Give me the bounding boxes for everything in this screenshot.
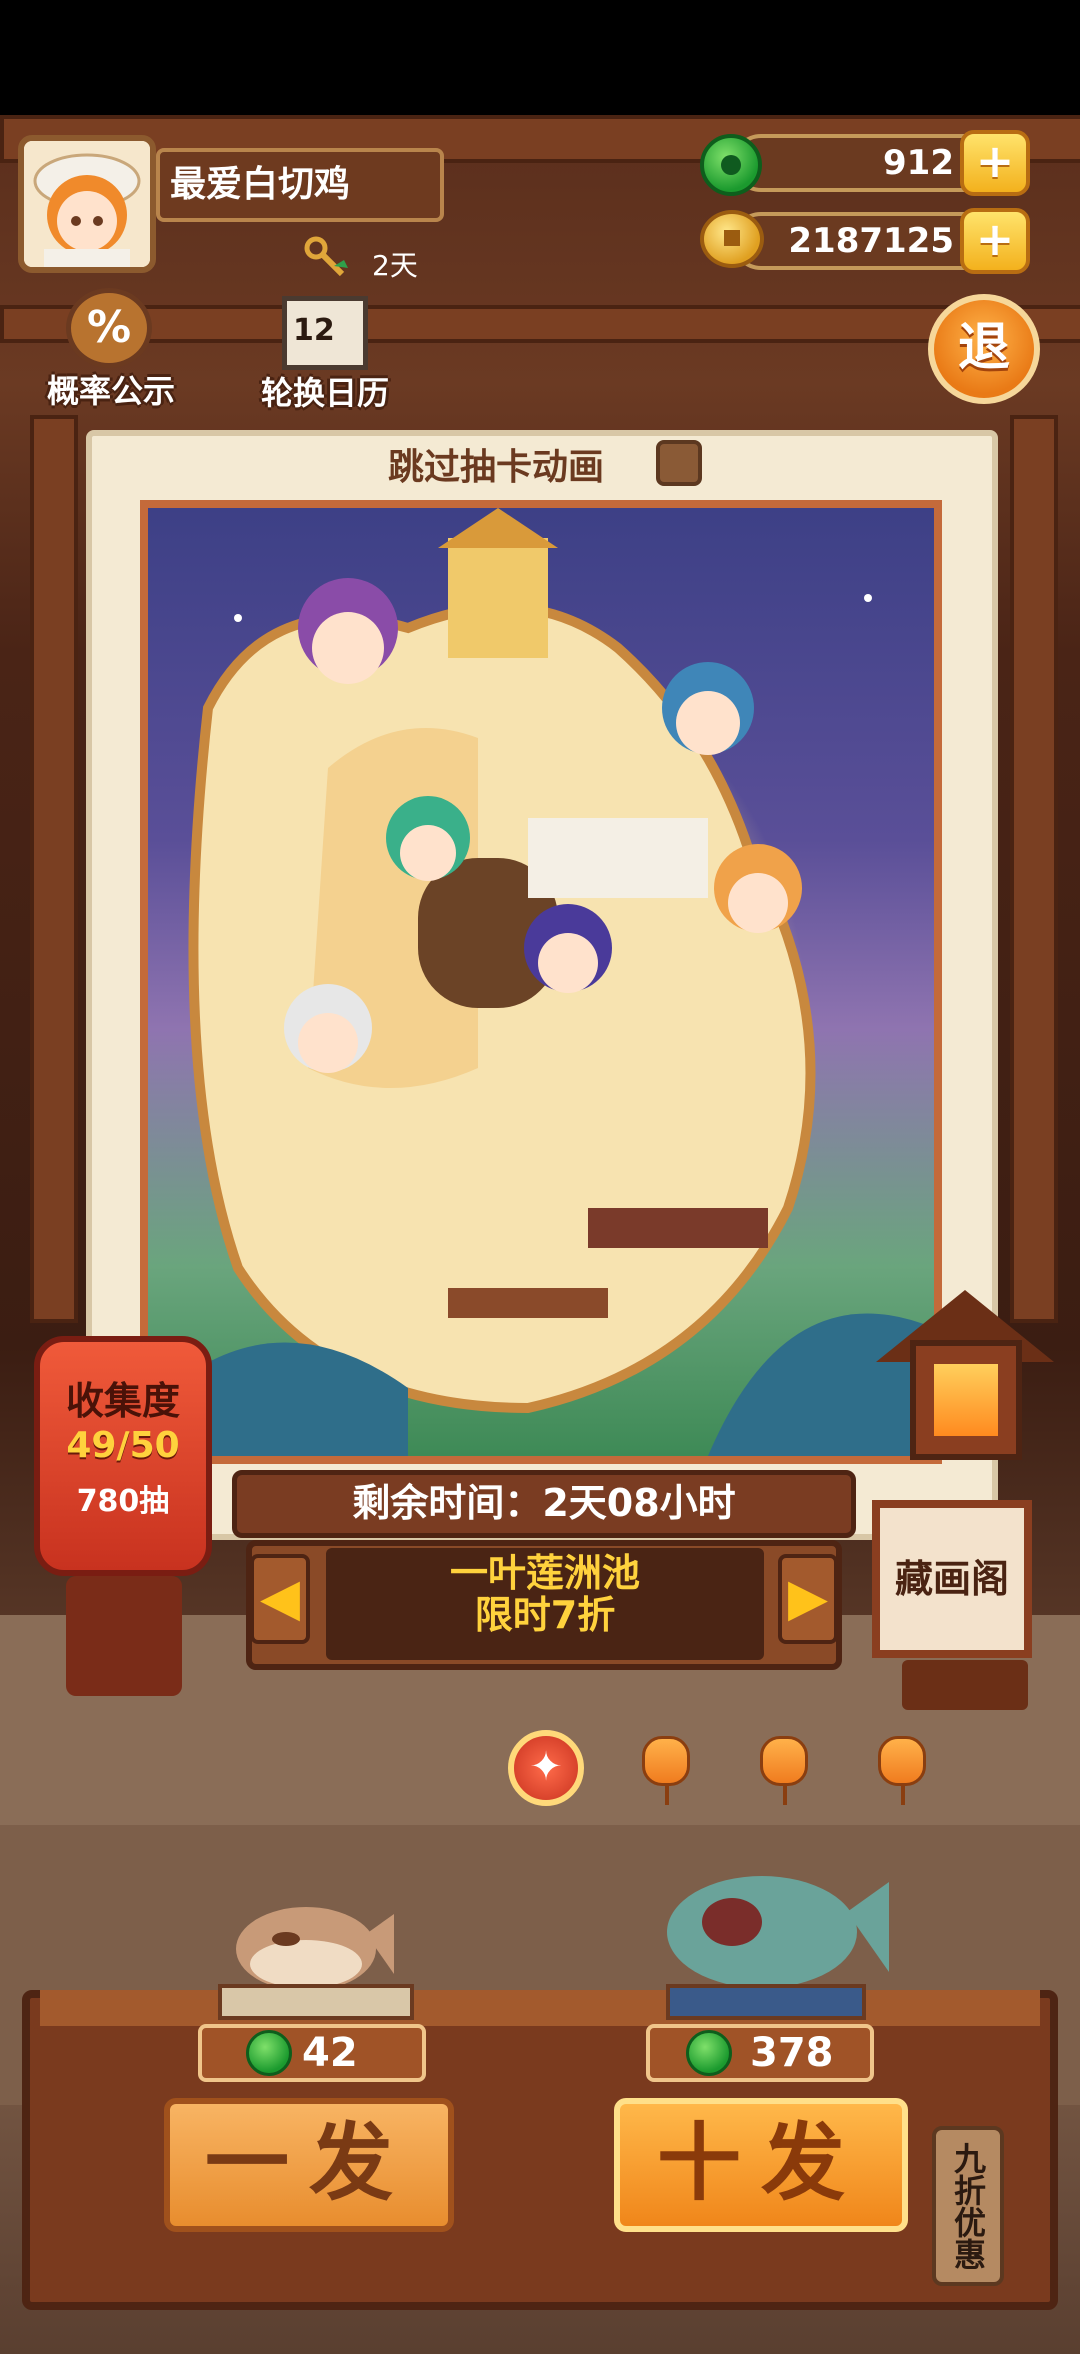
jade-icon (246, 2030, 292, 2076)
previous-pool-button[interactable]: ◀ (250, 1554, 310, 1644)
jade-icon (700, 134, 762, 196)
exit-button[interactable]: 退 (928, 294, 1040, 404)
skip-animation-label: 跳过抽卡动画 (388, 447, 605, 488)
ten-draw-price: 378 (646, 2024, 874, 2082)
add-jade-button[interactable]: + (960, 130, 1030, 196)
collection-lantern[interactable]: 收集度 49/50 780抽 (34, 1336, 212, 1576)
collection-draws: 780抽 (76, 1484, 170, 1519)
calendar-icon: 12 (282, 296, 368, 370)
pool-page-indicator[interactable] (642, 1736, 690, 1805)
single-draw-button[interactable]: 一发 (164, 2098, 454, 2232)
rotation-calendar-button[interactable]: 12 轮换日历 (250, 290, 400, 415)
buff-duration: 2天 (372, 249, 418, 282)
probability-button[interactable]: % 概率公示 (36, 288, 186, 413)
pool-page-indicator-active[interactable]: ✦ (508, 1730, 584, 1806)
single-draw-price: 42 (198, 2024, 426, 2082)
gallery-base (902, 1660, 1028, 1710)
add-coin-button[interactable]: + (960, 208, 1030, 274)
percent-icon: % (66, 288, 152, 368)
collection-progress: 49/50 (66, 1425, 180, 1466)
pool-discount: 限时7折 (474, 1593, 616, 1637)
book-stand (666, 1984, 866, 2020)
next-pool-button[interactable]: ▶ (778, 1554, 838, 1644)
lantern-stand (66, 1576, 182, 1696)
counter-top (40, 1990, 1040, 2026)
skip-animation-checkbox[interactable] (656, 440, 702, 486)
jade-icon (686, 2030, 732, 2076)
pool-artwork (140, 500, 942, 1464)
pool-page-indicator[interactable] (760, 1736, 808, 1805)
ten-draw-button[interactable]: 十发 (614, 2098, 908, 2232)
probability-label: 概率公示 (46, 372, 175, 410)
book-stand (218, 1984, 414, 2020)
gallery-lamp (910, 1340, 1022, 1460)
time-remaining: 剩余时间：2天08小时 (232, 1470, 856, 1538)
collection-title: 收集度 (65, 1379, 180, 1423)
discount-tag: 九折优惠 (932, 2126, 1004, 2286)
gallery-button[interactable]: 藏画阁 (872, 1500, 1032, 1658)
player-avatar[interactable] (18, 135, 156, 273)
coin-icon (700, 210, 764, 268)
pool-name: 一叶莲洲池 (449, 1551, 640, 1595)
pool-page-indicator[interactable] (878, 1736, 926, 1805)
key-buff-icon (304, 236, 354, 282)
calendar-label: 轮换日历 (260, 374, 389, 412)
carp-fish-icon (662, 1862, 892, 1992)
puffer-fish-icon (226, 1894, 396, 1994)
player-name: 最爱白切鸡 (156, 148, 444, 222)
